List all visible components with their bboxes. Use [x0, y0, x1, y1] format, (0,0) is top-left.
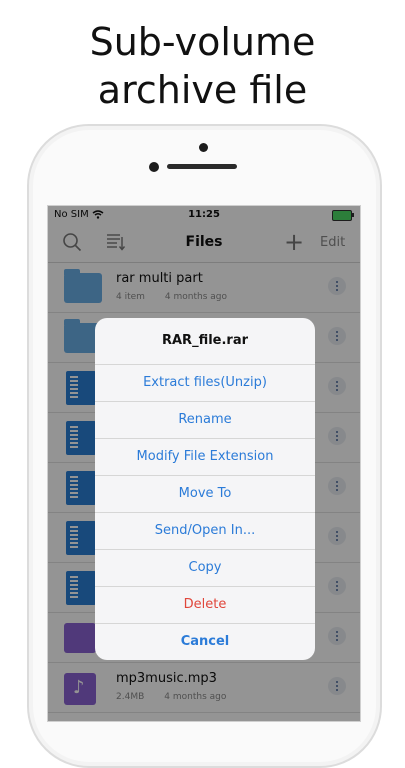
- headline-line-2: archive file: [97, 68, 308, 112]
- send-open-in-button[interactable]: Send/Open In...: [95, 513, 315, 550]
- marketing-headline: Sub-volume archive file: [0, 18, 405, 114]
- phone-speaker: [167, 164, 237, 169]
- phone-camera-dot: [199, 143, 208, 152]
- cancel-button[interactable]: Cancel: [95, 624, 315, 660]
- phone-front-camera: [149, 162, 159, 172]
- copy-button[interactable]: Copy: [95, 550, 315, 587]
- app-screen: No SIM 11:25 Files + Edit rar multi part…: [47, 205, 361, 722]
- rename-button[interactable]: Rename: [95, 402, 315, 439]
- modify-extension-button[interactable]: Modify File Extension: [95, 439, 315, 476]
- delete-button[interactable]: Delete: [95, 587, 315, 624]
- move-to-button[interactable]: Move To: [95, 476, 315, 513]
- extract-files-button[interactable]: Extract files(Unzip): [95, 365, 315, 402]
- action-sheet: RAR_file.rar Extract files(Unzip) Rename…: [95, 318, 315, 660]
- action-sheet-title: RAR_file.rar: [95, 318, 315, 365]
- headline-line-1: Sub-volume: [89, 20, 316, 64]
